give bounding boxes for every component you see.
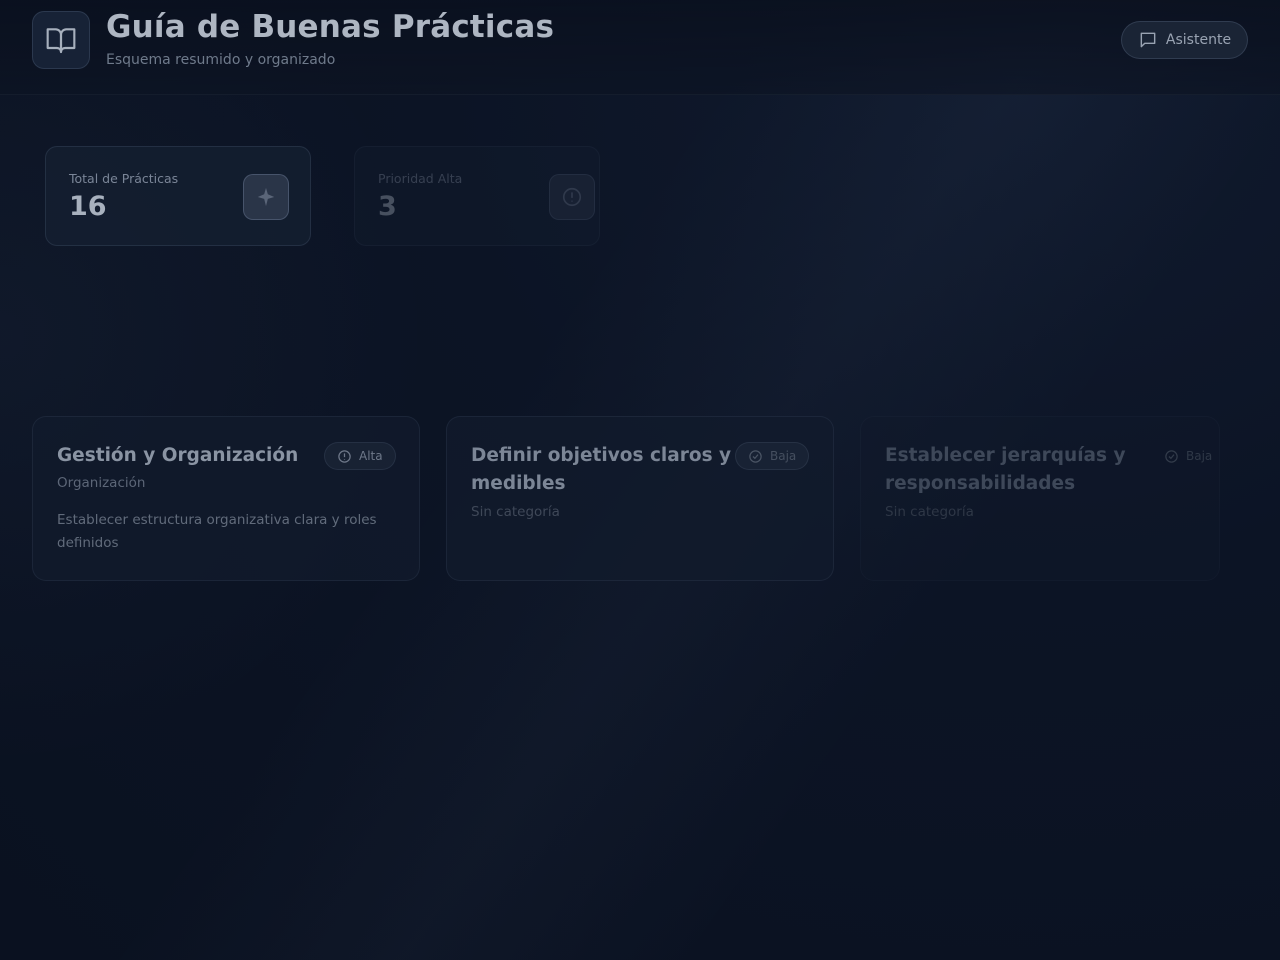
card-category: Sin categoría — [471, 504, 560, 520]
practice-card[interactable]: Gestión y Organización Alta Organización… — [32, 416, 420, 581]
logo — [32, 11, 90, 69]
stat-label: Prioridad Alta — [378, 171, 463, 186]
practice-card[interactable]: Definir objetivos claros y medibles Baja… — [446, 416, 834, 581]
stat-value: 3 — [378, 191, 397, 222]
priority-label: Baja — [1186, 449, 1213, 463]
priority-badge: Baja — [735, 442, 810, 470]
assistant-button[interactable]: Asistente — [1121, 21, 1248, 59]
book-open-icon — [46, 28, 76, 54]
check-circle-icon — [1165, 449, 1178, 463]
stat-icon-tile — [549, 174, 595, 220]
check-circle-icon — [749, 449, 762, 463]
card-description: Establecer estructura organizativa clara… — [57, 512, 377, 551]
alert-circle-icon — [562, 187, 582, 207]
stat-prioridad-alta: Prioridad Alta 3 — [354, 146, 600, 246]
priority-label: Baja — [770, 449, 797, 463]
page-title: Guía de Buenas Prácticas — [106, 9, 555, 45]
card-category: Sin categoría — [885, 504, 974, 520]
stat-value: 16 — [69, 191, 107, 222]
stat-icon-tile — [243, 174, 289, 220]
priority-badge: Baja — [1151, 442, 1225, 470]
app-header: Guía de Buenas Prácticas Esquema resumid… — [0, 0, 1280, 95]
assistant-button-label: Asistente — [1165, 32, 1232, 48]
sparkle-icon — [257, 187, 275, 207]
card-title: Establecer jerarquías y responsabilidade… — [885, 445, 1126, 494]
priority-label: Alta — [359, 449, 383, 463]
card-category: Organización — [57, 475, 146, 491]
card-title: Gestión y Organización — [57, 445, 299, 466]
stat-label: Total de Prácticas — [69, 171, 179, 186]
page-subtitle: Esquema resumido y organizado — [106, 52, 336, 68]
chat-icon — [1140, 32, 1156, 48]
priority-badge: Alta — [324, 442, 396, 470]
card-title: Definir objetivos claros y medibles — [471, 445, 732, 494]
alert-circle-icon — [338, 449, 351, 463]
practice-card[interactable]: Establecer jerarquías y responsabilidade… — [860, 416, 1220, 581]
stat-total-practicas: Total de Prácticas 16 — [45, 146, 311, 246]
